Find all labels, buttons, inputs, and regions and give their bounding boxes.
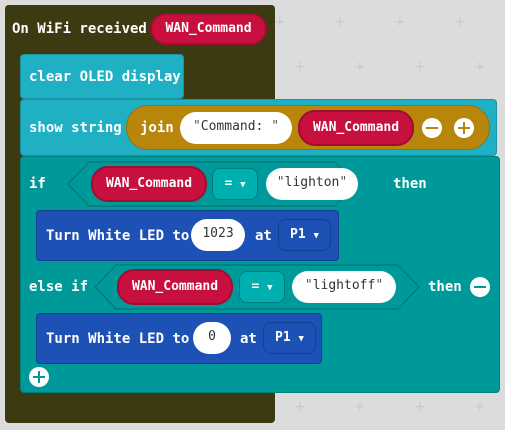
led-at-label-1: at — [255, 228, 272, 244]
else-if-operator-value: = — [251, 279, 260, 294]
if-label: if — [29, 176, 46, 192]
led-pin-value-2: P1 — [275, 330, 291, 345]
join-label: join — [140, 120, 174, 136]
chevron-down-icon: ▼ — [240, 180, 246, 190]
else-if-label: else if — [29, 279, 89, 295]
event-label: On WiFi received — [12, 21, 147, 37]
led-pin-dropdown-1[interactable]: P1 ▼ — [278, 219, 331, 251]
if-operator-dropdown[interactable]: = ▼ — [212, 168, 258, 200]
led-at-label-2: at — [240, 331, 257, 347]
if-value-input[interactable]: "lighton" — [266, 168, 358, 200]
led-value-input-2[interactable]: 0 — [193, 322, 231, 354]
if-operator-value: = — [224, 176, 233, 191]
led-value-input-1[interactable]: 1023 — [191, 219, 245, 251]
clear-oled-label: clear OLED display — [29, 69, 181, 85]
else-if-value-input[interactable]: "lightoff" — [292, 271, 396, 303]
join-string-input[interactable]: "Command: " — [180, 112, 292, 144]
join-string-value: Command: — [200, 119, 272, 134]
join-var-wan-command[interactable]: WAN_Command — [298, 110, 414, 146]
led-pin-value-1: P1 — [290, 227, 306, 242]
event-param-wan-command[interactable]: WAN_Command — [150, 13, 267, 45]
turn-white-led-label-1: Turn White LED to — [46, 228, 190, 244]
else-if-var-wan-command[interactable]: WAN_Command — [117, 269, 233, 305]
if-var-wan-command[interactable]: WAN_Command — [91, 166, 207, 202]
turn-white-led-label-2: Turn White LED to — [46, 331, 190, 347]
if-then-label: then — [393, 176, 427, 192]
led-pin-dropdown-2[interactable]: P1 ▼ — [263, 322, 316, 354]
chevron-down-icon: ▼ — [267, 283, 273, 293]
else-if-value-text: lightoff — [312, 278, 376, 293]
minus-circle-icon[interactable] — [422, 118, 442, 138]
minus-circle-icon[interactable] — [470, 277, 490, 297]
plus-circle-icon[interactable] — [454, 118, 474, 138]
else-if-then-label: then — [428, 279, 462, 295]
else-if-operator-dropdown[interactable]: = ▼ — [239, 271, 285, 303]
if-value-text: lighton — [284, 175, 340, 190]
plus-circle-icon[interactable] — [29, 367, 49, 387]
chevron-down-icon: ▼ — [313, 231, 319, 241]
chevron-down-icon: ▼ — [298, 334, 304, 344]
show-string-label: show string — [29, 120, 122, 136]
